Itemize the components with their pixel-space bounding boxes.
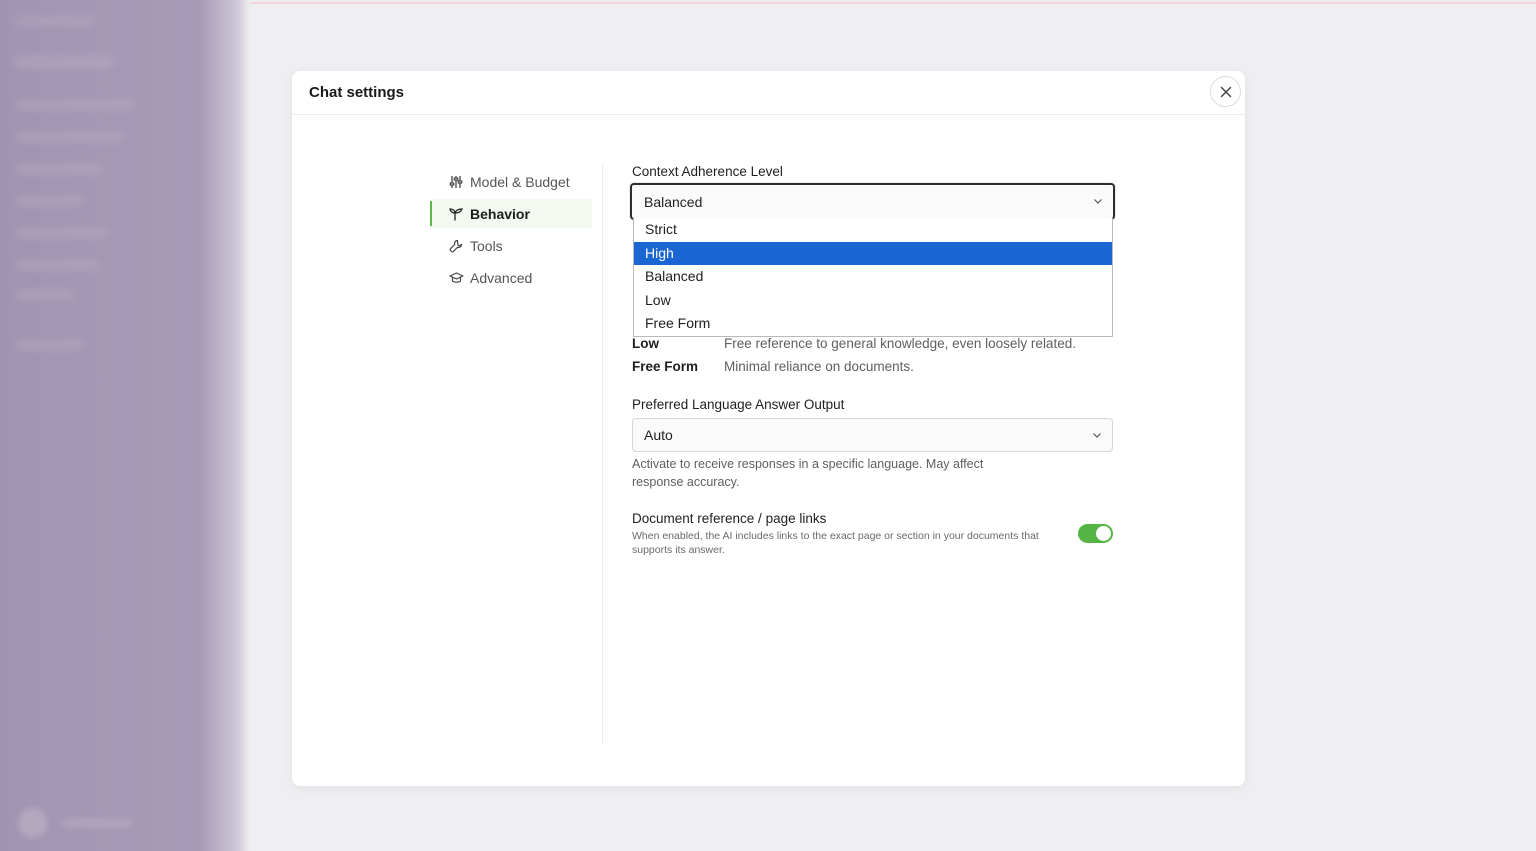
close-icon <box>1220 86 1231 97</box>
nav-item-label: Advanced <box>470 269 533 286</box>
blurred-line <box>14 132 124 142</box>
language-label: Preferred Language Answer Output <box>632 397 845 412</box>
option-low[interactable]: Low <box>634 289 1112 313</box>
option-balanced[interactable]: Balanced <box>634 265 1112 289</box>
sprout-icon <box>448 206 464 222</box>
wrench-icon <box>448 238 464 254</box>
dialog-title: Chat settings <box>309 84 405 101</box>
blurred-line <box>14 164 104 174</box>
description-term: Free Form <box>632 359 699 374</box>
nav-item-behavior[interactable]: Behavior <box>430 199 592 228</box>
help-line: When enabled, the AI includes links to t… <box>632 530 1039 542</box>
blurred-line <box>14 340 84 350</box>
language-select[interactable]: Auto <box>632 418 1113 452</box>
toggle-knob <box>1096 526 1111 541</box>
adherence-description-low: Low Free reference to general knowledge,… <box>632 336 1076 351</box>
blurred-line <box>14 290 74 300</box>
blurred-avatar <box>18 808 48 838</box>
nav-item-label: Tools <box>470 237 503 254</box>
blurred-user-name <box>62 818 132 828</box>
doc-reference-toggle[interactable] <box>1078 524 1113 543</box>
blurred-line <box>14 196 84 206</box>
option-high[interactable]: High <box>634 241 1112 265</box>
help-line: Activate to receive responses in a speci… <box>632 457 984 471</box>
doc-reference-label: Document reference / page links <box>632 511 827 526</box>
help-line: supports its answer. <box>632 544 725 556</box>
vertical-divider <box>602 164 603 744</box>
chat-settings-dialog: Chat settings Model & Budget Behavior To… <box>292 71 1245 786</box>
nav-item-advanced[interactable]: Advanced <box>430 263 592 292</box>
close-button[interactable] <box>1210 76 1241 107</box>
chevron-down-icon <box>1093 433 1101 438</box>
blurred-line <box>14 100 134 110</box>
option-free-form[interactable]: Free Form <box>634 312 1112 336</box>
nav-item-tools[interactable]: Tools <box>430 231 592 260</box>
select-value: Balanced <box>644 193 703 210</box>
description-text: Free reference to general knowledge, eve… <box>724 336 1076 351</box>
context-adherence-label: Context Adherence Level <box>632 164 783 179</box>
chevron-down-icon <box>1094 199 1102 204</box>
help-line: response accuracy. <box>632 475 740 489</box>
context-adherence-options: Strict High Balanced Low Free Form <box>633 218 1113 337</box>
adherence-description-free-form: Free Form Minimal reliance on documents. <box>632 359 914 374</box>
dialog-header: Chat settings <box>292 71 1245 115</box>
blurred-line <box>14 228 109 238</box>
nav-item-model-budget[interactable]: Model & Budget <box>430 167 592 196</box>
description-text: Minimal reliance on documents. <box>724 359 914 374</box>
blurred-line <box>14 55 114 69</box>
graduation-cap-icon <box>448 270 464 286</box>
blurred-line <box>14 16 94 26</box>
option-strict[interactable]: Strict <box>634 218 1112 242</box>
settings-nav: Model & Budget Behavior Tools Advanced <box>430 167 592 295</box>
nav-item-label: Behavior <box>470 205 530 222</box>
select-value: Auto <box>644 427 673 443</box>
description-term: Low <box>632 336 659 351</box>
doc-reference-help-text: When enabled, the AI includes links to t… <box>632 529 1072 557</box>
blurred-app-sidebar <box>0 0 250 851</box>
sliders-icon <box>448 174 464 190</box>
nav-item-label: Model & Budget <box>470 173 570 190</box>
context-adherence-select[interactable]: Balanced <box>630 183 1115 220</box>
blurred-line <box>14 260 99 270</box>
language-help-text: Activate to receive responses in a speci… <box>632 455 983 491</box>
